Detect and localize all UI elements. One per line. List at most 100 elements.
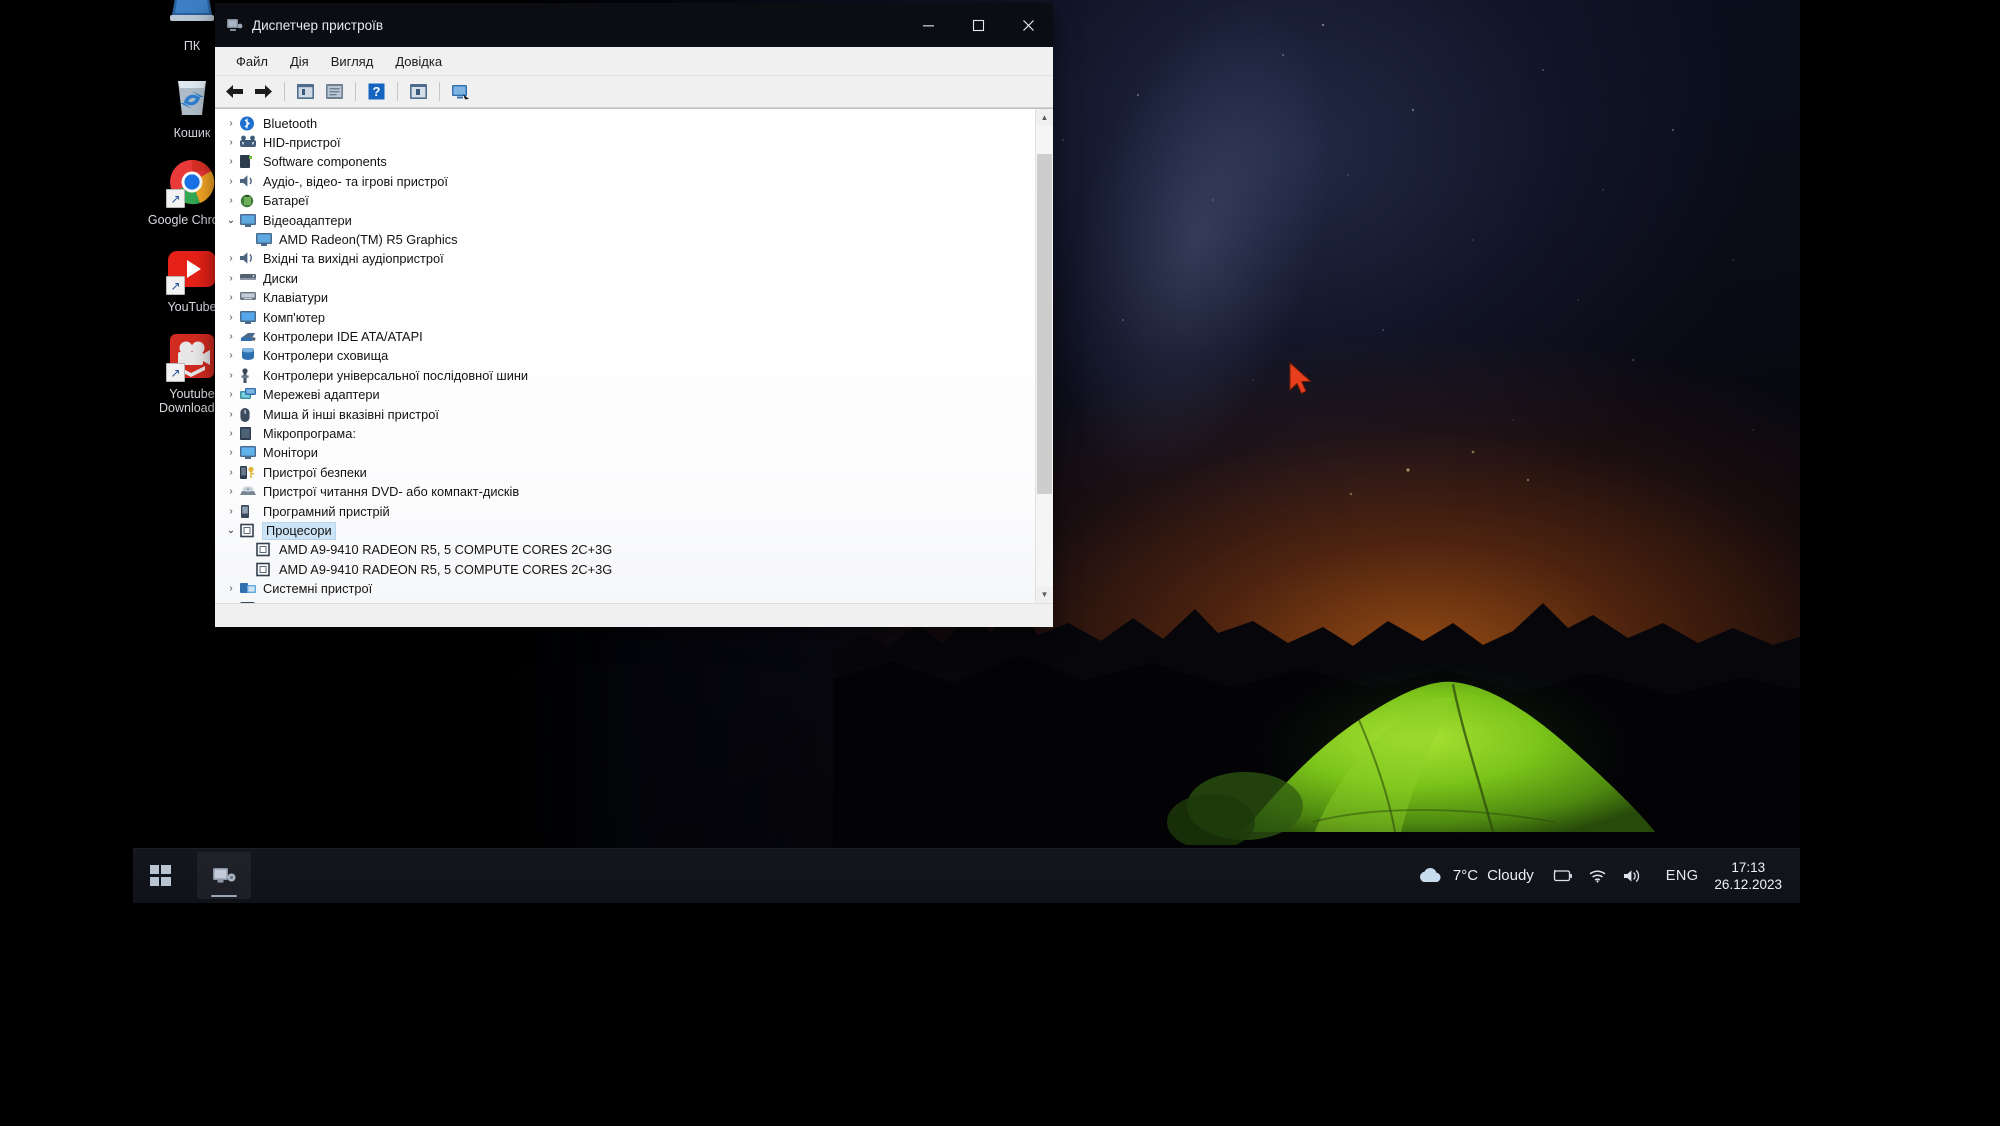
chevron-right-icon[interactable]: › <box>223 487 239 497</box>
chevron-right-icon[interactable]: › <box>223 118 239 129</box>
device-tree-row[interactable]: › Вхідні та вихідні аудіопристрої <box>215 250 1035 269</box>
chevron-right-icon[interactable]: › <box>223 428 239 439</box>
wifi-icon[interactable] <box>1588 868 1607 883</box>
back-button[interactable] <box>221 79 248 104</box>
chevron-right-icon[interactable]: › <box>223 176 239 187</box>
desktop-icon-label: Кошик <box>173 126 211 140</box>
start-button[interactable] <box>133 848 187 903</box>
window-controls <box>903 3 1053 47</box>
device-tree-label: AMD A9-9410 RADEON R5, 5 COMPUTE CORES 2… <box>279 561 613 577</box>
device-tree-row[interactable]: › Системні пристрої <box>215 579 1035 598</box>
chevron-right-icon[interactable]: › <box>223 312 239 323</box>
window-titlebar[interactable]: Диспетчер пристроїв <box>215 3 1053 47</box>
device-tree-row[interactable]: › HID-пристрої <box>215 133 1035 152</box>
clock-widget[interactable]: 17:13 26.12.2023 <box>1708 859 1796 893</box>
network-adapter-icon <box>239 387 257 403</box>
chevron-right-icon[interactable]: › <box>223 138 239 148</box>
device-tree-row[interactable]: › Пристрої безпеки <box>215 463 1035 482</box>
device-manager-icon <box>226 18 243 33</box>
device-tree-row[interactable]: ⌄ Відеоадаптери <box>215 211 1035 230</box>
device-tree-row[interactable]: ›Фотокамери <box>215 599 1035 603</box>
device-tree-label: HID-пристрої <box>263 135 341 151</box>
scroll-up-button[interactable]: ▲ <box>1036 109 1053 126</box>
toolbar-separator <box>355 82 356 101</box>
device-tree-row[interactable]: › Аудіо-, відео- та ігрові пристрої <box>215 172 1035 191</box>
chevron-right-icon[interactable]: › <box>223 196 239 206</box>
scroll-down-button[interactable]: ▼ <box>1036 586 1053 603</box>
device-tree-row[interactable]: › Пристрої читання DVD- або компакт-дискі… <box>215 482 1035 501</box>
device-tree-label: Контролери сховища <box>263 348 389 364</box>
scrollbar-thumb[interactable] <box>1037 153 1052 494</box>
device-tree-row[interactable]: › Мережеві адаптери <box>215 385 1035 404</box>
scrollbar-track[interactable] <box>1036 126 1053 586</box>
speaker-icon[interactable] <box>1622 868 1642 884</box>
chevron-right-icon[interactable]: › <box>223 506 239 517</box>
device-tree-row[interactable]: › Клавіатури <box>215 289 1035 308</box>
device-tree-row[interactable]: › Комп'ютер <box>215 308 1035 327</box>
device-manager-icon <box>213 867 236 883</box>
device-tree-row[interactable]: › Контролери сховища <box>215 347 1035 366</box>
shortcut-overlay-icon: ↗ <box>166 189 185 208</box>
device-tree-row[interactable]: › Bluetooth <box>215 114 1035 133</box>
device-tree-row[interactable]: AMD Radeon(TM) R5 Graphics <box>215 230 1035 249</box>
maximize-button[interactable] <box>953 3 1003 47</box>
mouse-icon <box>239 407 257 423</box>
device-tree-row[interactable]: › Диски <box>215 269 1035 288</box>
device-tree-row[interactable]: › Монітори <box>215 444 1035 463</box>
forward-button[interactable] <box>250 79 277 104</box>
device-tree-row[interactable]: AMD A9-9410 RADEON R5, 5 COMPUTE CORES 2… <box>215 541 1035 560</box>
help-button[interactable]: ? <box>363 79 390 104</box>
tree-scrollbar[interactable]: ▲ ▼ <box>1035 109 1053 603</box>
disk-drive-icon <box>239 271 257 287</box>
menu-item-action[interactable]: Дія <box>279 50 320 73</box>
chevron-right-icon[interactable]: › <box>223 157 239 167</box>
menu-item-view[interactable]: Вигляд <box>320 50 385 73</box>
chevron-right-icon[interactable]: › <box>223 331 239 342</box>
shortcut-overlay-icon: ↗ <box>166 363 185 382</box>
device-tree[interactable]: › Bluetooth › HID-пристрої › Software compone… <box>215 109 1035 603</box>
audio-inputs-outputs-icon <box>239 251 257 267</box>
chevron-right-icon[interactable]: › <box>223 273 239 284</box>
language-indicator[interactable]: ENG <box>1656 868 1709 884</box>
device-tree-row[interactable]: › Контролери універсальної послідовної ши… <box>215 366 1035 385</box>
chevron-right-icon[interactable]: › <box>223 293 239 303</box>
chevron-down-icon[interactable]: ⌄ <box>223 215 239 226</box>
weather-temperature: 7°C <box>1452 867 1479 884</box>
menu-item-file[interactable]: Файл <box>225 50 279 73</box>
taskbar-item-device-manager[interactable] <box>197 852 251 899</box>
device-tree-row[interactable]: › Контролери IDE ATA/ATAPI <box>215 327 1035 346</box>
chevron-right-icon[interactable]: › <box>223 584 239 594</box>
scan-hardware-changes-button[interactable] <box>447 79 474 104</box>
device-manager-window[interactable]: Диспетчер пристроїв Файл Дія Вигляд Дові… <box>215 3 1053 627</box>
chevron-right-icon[interactable]: › <box>223 390 239 400</box>
chevron-right-icon[interactable]: › <box>223 448 239 458</box>
device-tree-row[interactable]: › Software components <box>215 153 1035 172</box>
update-driver-button[interactable] <box>405 79 432 104</box>
battery-icon[interactable] <box>1552 869 1573 883</box>
chevron-right-icon[interactable]: › <box>223 351 239 361</box>
device-tree-label: Батареї <box>263 193 309 209</box>
chevron-right-icon[interactable]: › <box>223 254 239 264</box>
device-tree-label: AMD Radeon(TM) R5 Graphics <box>279 232 458 248</box>
view-button[interactable] <box>321 79 348 104</box>
close-button[interactable] <box>1003 3 1053 47</box>
window-title: Диспетчер пристроїв <box>252 17 384 33</box>
processor-icon <box>255 562 273 578</box>
chevron-right-icon[interactable]: › <box>223 409 239 420</box>
device-tree-row[interactable]: ⌄ Процесори <box>215 521 1035 540</box>
chevron-right-icon[interactable]: › <box>223 467 239 478</box>
device-tree-row[interactable]: › Мікропрограма: <box>215 424 1035 443</box>
chevron-right-icon[interactable]: › <box>223 370 239 381</box>
minimize-button[interactable] <box>903 3 953 47</box>
audio-video-game-icon <box>239 174 257 190</box>
weather-widget[interactable]: 7°C Cloudy <box>1407 866 1544 885</box>
device-tree-row[interactable]: › Батареї <box>215 192 1035 211</box>
firmware-icon <box>239 426 257 442</box>
device-tree-row[interactable]: AMD A9-9410 RADEON R5, 5 COMPUTE CORES 2… <box>215 560 1035 579</box>
chevron-down-icon[interactable]: ⌄ <box>223 525 239 536</box>
device-tree-row[interactable]: › Програмний пристрій <box>215 502 1035 521</box>
device-tree-label: Програмний пристрій <box>263 503 390 519</box>
menu-item-help[interactable]: Довідка <box>384 50 453 73</box>
device-tree-row[interactable]: › Миша й інші вказівні пристрої <box>215 405 1035 424</box>
properties-button[interactable] <box>292 79 319 104</box>
